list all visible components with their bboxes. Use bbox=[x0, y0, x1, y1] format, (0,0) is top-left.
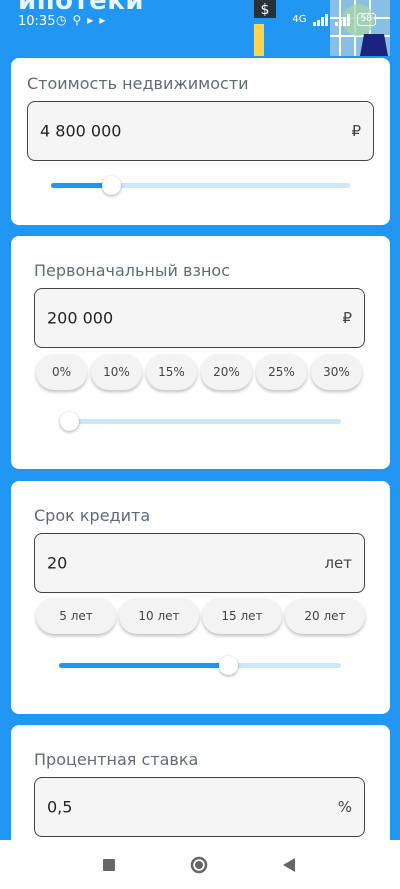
play-icon: ▸ bbox=[99, 13, 106, 27]
back-triangle-icon[interactable] bbox=[278, 854, 300, 876]
signal-icon bbox=[312, 13, 328, 26]
signal-icon bbox=[334, 13, 350, 26]
chip-25-percent[interactable]: 25% bbox=[256, 354, 307, 390]
percent-icon: % bbox=[337, 798, 352, 816]
loan-term-chips: 5 лет 10 лет 15 лет 20 лет bbox=[36, 598, 365, 634]
property-value: 4 800 000 bbox=[40, 121, 122, 141]
app-header: ипотеки $ 10:35 ◷ ⚲ ▸ ▸ 4G 58 bbox=[0, 0, 400, 56]
slider-thumb[interactable] bbox=[219, 656, 239, 675]
chip-15-years[interactable]: 15 лет bbox=[202, 598, 282, 634]
property-title: Стоимость недвижимости bbox=[27, 74, 249, 93]
system-nav-bar bbox=[0, 840, 400, 889]
loan-term-title: Срок кредита bbox=[34, 506, 151, 525]
header-illustration: $ bbox=[254, 0, 390, 56]
property-slider[interactable] bbox=[51, 175, 350, 195]
ruble-icon: ₽ bbox=[351, 122, 361, 140]
status-icons: ◷ ⚲ ▸ ▸ bbox=[56, 13, 105, 27]
down-payment-chips: 0% 10% 15% 20% 25% 30% bbox=[36, 354, 362, 390]
loan-term-value: 20 bbox=[47, 553, 68, 573]
status-right: 4G 58 bbox=[292, 13, 376, 26]
loan-term-slider[interactable] bbox=[59, 655, 341, 675]
chip-10-years[interactable]: 10 лет bbox=[119, 598, 199, 634]
down-payment-title: Первоначальный взнос bbox=[34, 261, 230, 280]
play-icon: ▸ bbox=[87, 13, 94, 27]
interest-rate-field[interactable]: 0,5 % bbox=[34, 777, 365, 837]
slider-thumb[interactable] bbox=[101, 176, 121, 195]
down-payment-field[interactable]: 200 000 ₽ bbox=[34, 288, 365, 348]
slider-fill bbox=[59, 663, 229, 668]
home-circle-icon[interactable] bbox=[188, 854, 210, 876]
chip-20-years[interactable]: 20 лет bbox=[285, 598, 365, 634]
chip-0-percent[interactable]: 0% bbox=[36, 354, 87, 390]
chip-15-percent[interactable]: 15% bbox=[146, 354, 197, 390]
chip-20-percent[interactable]: 20% bbox=[201, 354, 252, 390]
down-payment-value: 200 000 bbox=[47, 308, 114, 328]
chip-5-years[interactable]: 5 лет bbox=[36, 598, 116, 634]
network-label: 4G bbox=[292, 14, 307, 25]
search-icon: ⚲ bbox=[72, 13, 82, 27]
status-time: 10:35 bbox=[18, 14, 56, 29]
loan-term-card: Срок кредита 20 лет 5 лет 10 лет 15 лет … bbox=[11, 481, 390, 714]
down-payment-card: Первоначальный взнос 200 000 ₽ 0% 10% 15… bbox=[11, 236, 390, 469]
chip-10-percent[interactable]: 10% bbox=[91, 354, 142, 390]
loan-term-field[interactable]: 20 лет bbox=[34, 533, 365, 593]
loan-term-unit: лет bbox=[324, 554, 352, 572]
property-card: Стоимость недвижимости 4 800 000 ₽ bbox=[11, 58, 390, 225]
recents-square-icon[interactable] bbox=[98, 854, 120, 876]
down-payment-slider[interactable] bbox=[60, 411, 341, 431]
interest-rate-card: Процентная ставка 0,5 % bbox=[11, 725, 390, 855]
interest-rate-value: 0,5 bbox=[47, 797, 73, 817]
battery-icon: 58 bbox=[356, 13, 376, 26]
slider-thumb[interactable] bbox=[60, 412, 80, 431]
slider-track bbox=[61, 419, 341, 424]
chip-30-percent[interactable]: 30% bbox=[311, 354, 362, 390]
interest-rate-title: Процентная ставка bbox=[34, 750, 199, 769]
svg-text:$: $ bbox=[261, 2, 270, 18]
property-value-field[interactable]: 4 800 000 ₽ bbox=[27, 101, 374, 161]
alarm-icon: ◷ bbox=[56, 13, 67, 27]
ruble-icon: ₽ bbox=[342, 309, 352, 327]
